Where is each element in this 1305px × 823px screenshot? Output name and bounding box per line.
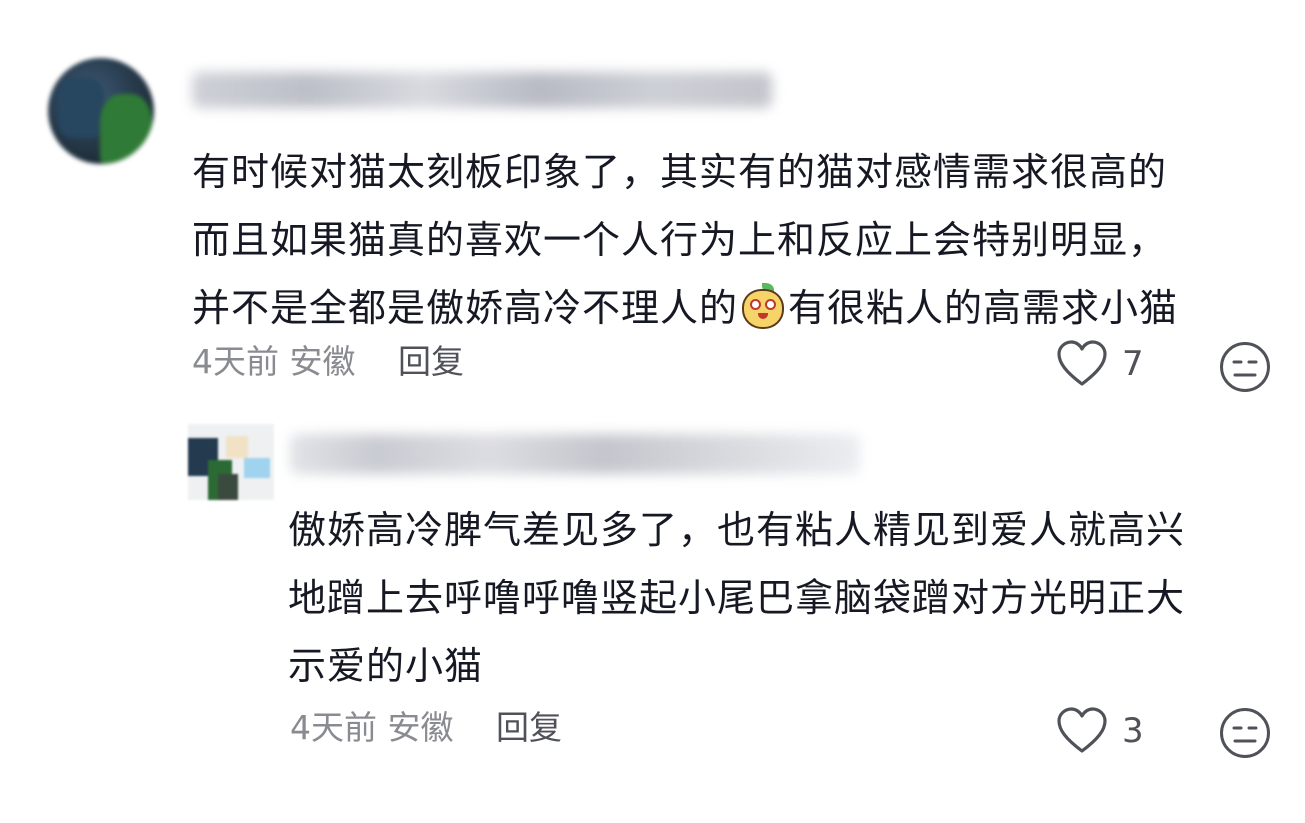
comment-meta: 4天前 安徽 回复 (290, 708, 562, 748)
comment-text: 傲娇高冷脾气差见多了，也有粘人精见到爱人就高兴 地蹭上去呼噜呼噜竖起小尾巴拿脑袋… (288, 496, 1278, 700)
comment-text-segment: 有很粘人的高需求小猫 (788, 286, 1179, 330)
comment-text-line: 而且如果猫真的喜欢一个人行为上和反应上会特别明显， (192, 218, 1168, 262)
avatar[interactable] (48, 58, 154, 164)
reply-button[interactable]: 回复 (398, 342, 464, 381)
avatar[interactable] (188, 424, 274, 500)
comment-time: 4天前 (192, 342, 279, 381)
meh-face-icon[interactable] (1219, 341, 1271, 393)
comment-text-line: 地蹭上去呼噜呼噜竖起小尾巴拿脑袋蹭对方光明正大 (288, 576, 1186, 620)
comment-text-line: 有时候对猫太刻板印象了，其实有的猫对感情需求很高的 (192, 150, 1168, 194)
reply-button[interactable]: 回复 (496, 708, 562, 747)
meh-face-icon[interactable] (1219, 707, 1271, 759)
comment-time: 4天前 (290, 708, 377, 747)
comment-text-line: 并不是全都是傲娇高冷不理人的 有很粘人的高需求小猫 (192, 274, 1272, 342)
cute-face-emoji-icon (740, 283, 786, 329)
like-count: 7 (1122, 344, 1144, 384)
comment-text-segment: 并不是全都是傲娇高冷不理人的 (192, 286, 739, 330)
comment-text: 有时候对猫太刻板印象了，其实有的猫对感情需求很高的 而且如果猫真的喜欢一个人行为… (192, 138, 1272, 342)
heart-outline-icon (1057, 707, 1107, 753)
username-blurred[interactable] (192, 72, 772, 108)
like-count: 3 (1122, 711, 1144, 751)
comment-text-line: 示爱的小猫 (288, 644, 484, 688)
like-button[interactable]: 7 (1056, 340, 1144, 388)
like-button[interactable]: 3 (1056, 707, 1144, 755)
comment-location: 安徽 (289, 342, 356, 381)
comment-meta: 4天前 安徽 回复 (192, 342, 464, 382)
comment-item: 有时候对猫太刻板印象了，其实有的猫对感情需求很高的 而且如果猫真的喜欢一个人行为… (0, 0, 1305, 400)
comment-text-line: 傲娇高冷脾气差见多了，也有粘人精见到爱人就高兴 (288, 508, 1186, 552)
username-blurred[interactable] (290, 434, 860, 474)
heart-outline-icon (1057, 340, 1107, 386)
comment-location: 安徽 (387, 708, 454, 747)
